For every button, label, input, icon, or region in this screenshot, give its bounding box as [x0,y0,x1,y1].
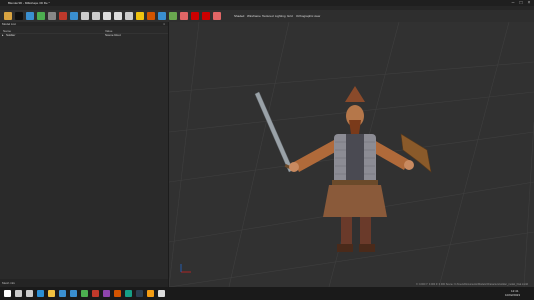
3d-viewport[interactable]: X: 0.000 Y: 0.000 Z: 0.000 Scene: C:/Use… [169,22,534,287]
app-icon-2[interactable] [103,290,110,297]
panel-header: Model List × [0,22,168,26]
record-icon[interactable] [202,12,210,20]
app-icon-6[interactable] [147,290,154,297]
app-icon-3[interactable] [114,290,121,297]
cube-icon[interactable] [59,12,67,20]
wire-icon[interactable] [180,12,188,20]
select-icon[interactable] [158,12,166,20]
shading-icon[interactable] [169,12,177,20]
item-name: Soldier [6,33,16,37]
lighting-button[interactable]: Lighting [275,13,286,19]
search-icon[interactable] [15,290,22,297]
camera-icon[interactable] [26,12,34,20]
model-list-panel: Model List × Name Value ▸ Soldier Scene … [0,22,169,287]
chrome-icon[interactable] [81,290,88,297]
mail-icon[interactable] [70,290,77,297]
app-icon-1[interactable] [92,290,99,297]
viewport-canvas [169,22,534,287]
edge-icon[interactable] [37,290,44,297]
start-icon[interactable] [4,290,11,297]
sun-icon[interactable] [213,12,221,20]
panel-title: Model List [2,22,16,26]
taskbar-date: 10/02/2023 [505,293,521,297]
active-app-icon[interactable] [158,290,165,297]
viewport-status: X: 0.000 Y: 0.000 Z: 0.000 Scene: C:/Use… [416,283,528,286]
texture-icon[interactable] [125,12,133,20]
grid-icon[interactable] [48,12,56,20]
save-icon[interactable] [15,12,23,20]
wireframe-button[interactable]: Wireframe [247,13,261,19]
panel-status: Mesh info [0,279,168,287]
move-icon[interactable] [81,12,89,20]
soldier-model [254,86,432,252]
magic-icon[interactable] [147,12,155,20]
image-icon[interactable] [37,12,45,20]
palette-icon[interactable] [114,12,122,20]
list-item[interactable]: ▸ Soldier Scene Root [0,33,168,37]
taskbar: 12:41 10/02/2023 [0,287,534,300]
axis-gizmo [180,264,191,273]
item-value: Scene Root [105,33,121,37]
open-folder-icon[interactable] [4,12,12,20]
bulb-icon[interactable] [136,12,144,20]
stop-icon[interactable] [191,12,199,20]
grid-button[interactable]: Grid [287,13,293,19]
app-icon-5[interactable] [136,290,143,297]
store-icon[interactable] [59,290,66,297]
shaded-button[interactable]: Shaded [234,13,244,19]
file-explorer-icon[interactable] [48,290,55,297]
panel-close-button[interactable]: × [163,22,165,26]
app-icon-4[interactable] [125,290,132,297]
eye-icon[interactable] [103,12,111,20]
globe-icon[interactable] [70,12,78,20]
task-view-icon[interactable] [26,290,33,297]
ortho-view-button[interactable]: Orthographic view [296,13,320,19]
pointer-icon[interactable] [92,12,100,20]
textured-button[interactable]: Textured [262,13,274,19]
expand-arrow-icon[interactable]: ▸ [2,33,4,37]
